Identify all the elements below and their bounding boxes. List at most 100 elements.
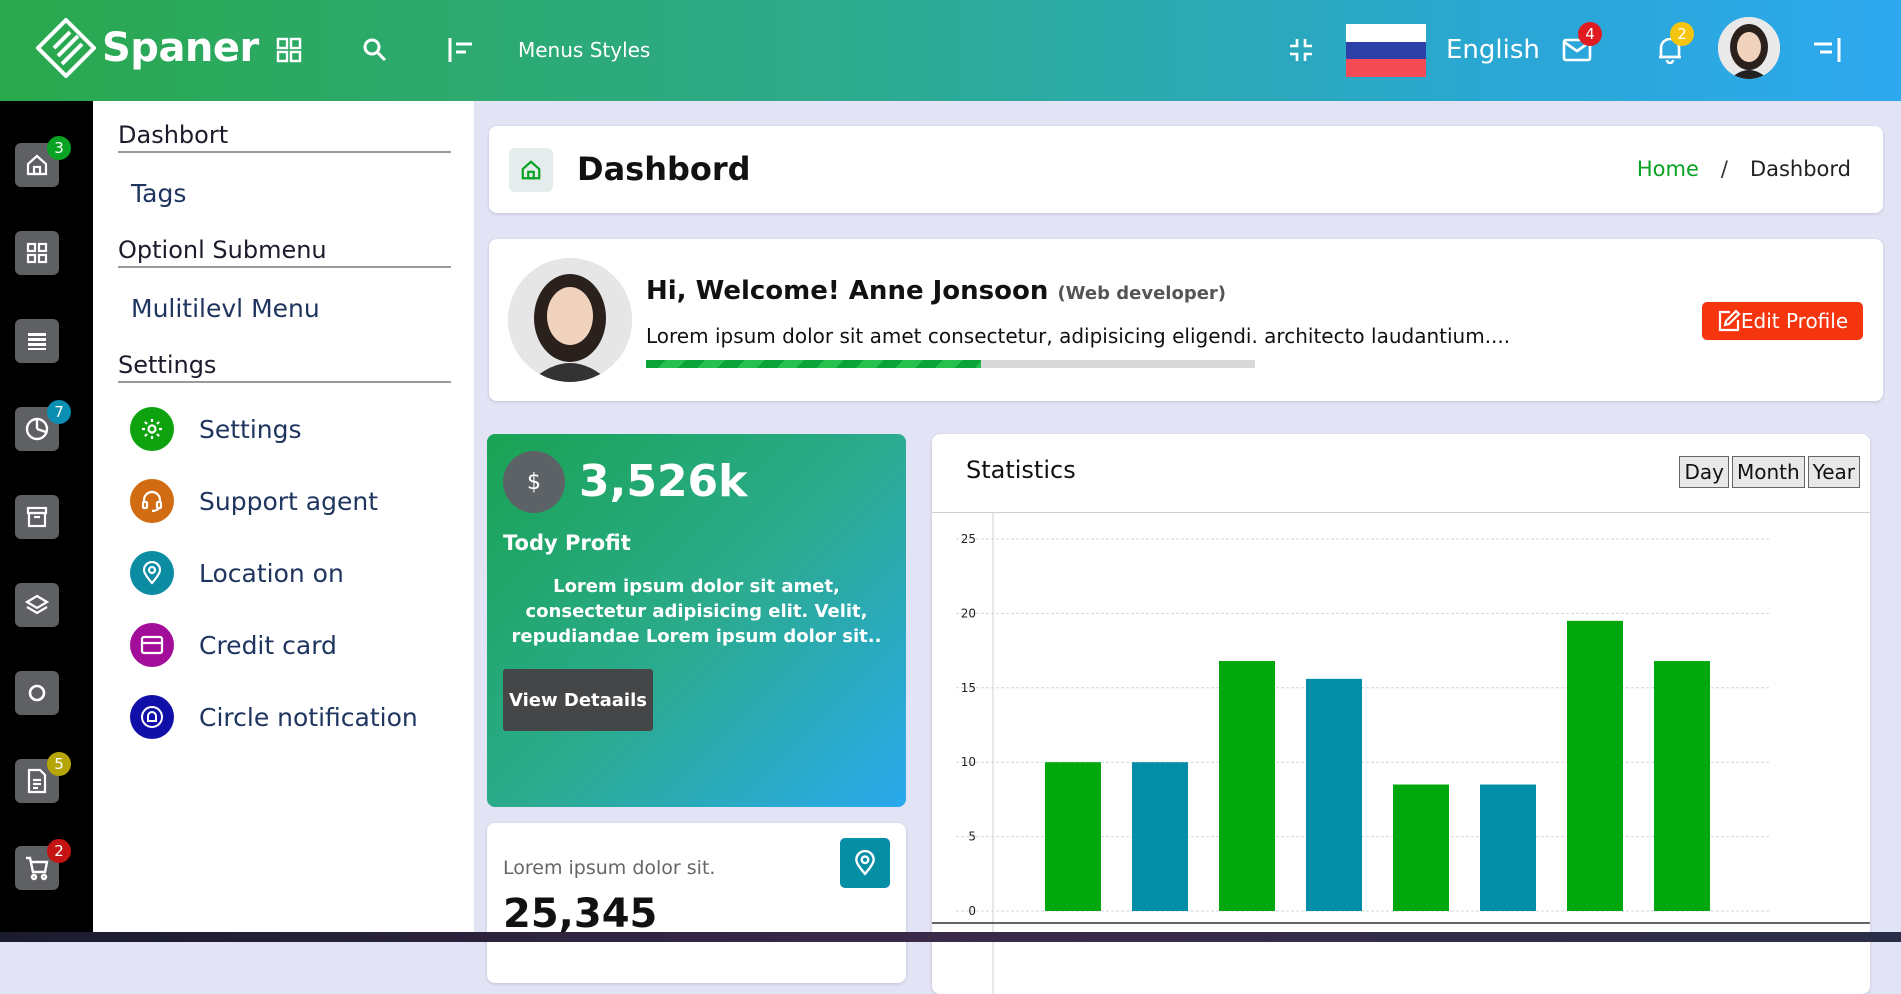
submenu-item-support-agent[interactable]: Support agent xyxy=(130,478,378,524)
y-tick-label: 20 xyxy=(961,606,976,620)
layers-icon xyxy=(25,594,49,615)
russian-flag-icon[interactable] xyxy=(1346,24,1426,77)
submenu-heading-optional: Optionl Submenu xyxy=(118,236,451,268)
chart-bar xyxy=(1393,784,1449,911)
welcome-greeting: Hi, Welcome! Anne Jonsoon (Web developer… xyxy=(646,276,1226,306)
cart-icon xyxy=(26,856,49,881)
right-sidebar-toggle-icon[interactable] xyxy=(1808,31,1846,69)
credit-card-icon xyxy=(130,623,174,667)
profile-avatar xyxy=(508,258,632,382)
stat-value: 25,345 xyxy=(503,891,658,937)
rail-circle[interactable] xyxy=(15,671,59,715)
chart-bar xyxy=(1132,762,1188,911)
submenu-item-label: Credit card xyxy=(199,630,337,660)
home-icon[interactable] xyxy=(509,148,553,192)
rail-cart-badge: 2 xyxy=(47,839,71,863)
page-title: Dashbord xyxy=(577,150,751,188)
welcome-name: Hi, Welcome! Anne Jonsoon xyxy=(646,276,1049,306)
y-tick-label: 0 xyxy=(968,904,976,918)
location-pin-icon xyxy=(130,551,174,595)
statistics-bar-chart: 0 5 10 15 20 25 xyxy=(932,513,1870,994)
rail-list[interactable] xyxy=(15,319,59,363)
location-stat-card: Lorem ipsum dolor sit. 25,345 xyxy=(487,823,906,983)
document-icon xyxy=(27,768,47,794)
page-header: Dashbord Home / Dashbord xyxy=(489,126,1883,213)
submenu-item-circle-notification[interactable]: Circle notification xyxy=(130,694,418,740)
chart-bar xyxy=(1654,661,1710,911)
submenu-item-label: Circle notification xyxy=(199,702,418,732)
breadcrumb: Home / Dashbord xyxy=(1637,157,1851,181)
breadcrumb-home[interactable]: Home xyxy=(1637,157,1699,181)
breadcrumb-current: Dashbord xyxy=(1749,157,1851,181)
edit-profile-button[interactable]: Edit Profile xyxy=(1702,302,1863,340)
period-month-button[interactable]: Month xyxy=(1731,456,1805,488)
profit-value: 3,526k xyxy=(579,456,748,507)
edit-profile-label: Edit Profile xyxy=(1740,309,1849,333)
gear-icon xyxy=(130,407,174,451)
submenu-item-settings[interactable]: Settings xyxy=(130,406,302,452)
brand-logo[interactable]: Spaner xyxy=(36,18,259,78)
edit-icon xyxy=(1718,309,1741,332)
y-tick-label: 5 xyxy=(968,830,976,844)
profile-progress-bar xyxy=(646,360,1255,368)
chart-bar xyxy=(1567,620,1623,911)
rail-charts-badge: 7 xyxy=(47,400,71,424)
submenu-heading-dashboard: Dashbort xyxy=(118,121,451,153)
menus-styles-link[interactable]: Menus Styles xyxy=(518,38,650,62)
brand-name: Spaner xyxy=(102,25,259,71)
profit-card: $ 3,526k Tody Profit Lorem ipsum dolor s… xyxy=(487,434,906,807)
statistics-title: Statistics xyxy=(966,456,1076,484)
period-day-button[interactable]: Day xyxy=(1679,456,1729,488)
user-avatar[interactable] xyxy=(1718,17,1780,79)
welcome-card: Hi, Welcome! Anne Jonsoon (Web developer… xyxy=(489,239,1883,401)
apps-grid-icon[interactable] xyxy=(270,31,308,69)
rail-layers[interactable] xyxy=(15,583,59,627)
taskbar-strip xyxy=(0,932,1901,942)
y-tick-label: 10 xyxy=(961,755,976,769)
search-icon[interactable] xyxy=(356,31,394,69)
rail-archive[interactable] xyxy=(15,495,59,539)
headset-icon xyxy=(130,479,174,523)
statistics-card: Statistics Day Month Year 0 5 10 15 20 25 xyxy=(932,434,1870,994)
circle-icon xyxy=(28,684,46,702)
home-icon xyxy=(26,154,48,176)
top-bar: Spaner Menus Styles English 4 2 xyxy=(0,0,1901,101)
rail-documents-badge: 5 xyxy=(47,752,71,776)
chart-bar xyxy=(1219,661,1275,911)
chart-bar xyxy=(1045,762,1101,911)
period-toggle: Day Month Year xyxy=(1679,456,1860,488)
submenu-item-label: Support agent xyxy=(199,486,378,516)
submenu-item-location[interactable]: Location on xyxy=(130,550,344,596)
rail-apps[interactable] xyxy=(15,231,59,275)
chart-bar xyxy=(1480,784,1536,911)
profit-title: Tody Profit xyxy=(503,531,631,555)
welcome-text: Lorem ipsum dolor sit amet consectetur, … xyxy=(646,324,1511,348)
submenu-link-tags[interactable]: Tags xyxy=(131,179,186,208)
profit-description: Lorem ipsum dolor sit amet, consectetur … xyxy=(511,576,882,647)
dollar-icon: $ xyxy=(503,451,565,513)
submenu-link-multilevel[interactable]: Mulitilevl Menu xyxy=(131,294,320,323)
period-year-button[interactable]: Year xyxy=(1807,456,1860,488)
y-tick-label: 15 xyxy=(961,681,976,695)
notification-badge: 2 xyxy=(1670,22,1694,46)
list-icon xyxy=(28,333,46,350)
chart-bar xyxy=(1306,678,1362,911)
submenu-item-credit-card[interactable]: Credit card xyxy=(130,622,337,668)
y-tick-label: 25 xyxy=(961,532,976,546)
pie-chart-icon xyxy=(25,417,49,441)
rail-home-badge: 3 xyxy=(47,136,71,160)
menu-align-icon[interactable] xyxy=(442,31,480,69)
location-pin-icon[interactable] xyxy=(840,838,890,888)
language-selector[interactable]: English xyxy=(1446,35,1540,65)
submenu-panel: Dashbort Tags Optionl Submenu Mulitilevl… xyxy=(93,101,474,942)
breadcrumb-separator: / xyxy=(1720,157,1728,181)
view-details-button[interactable]: View Detaails xyxy=(503,669,653,731)
page-scrollbar[interactable] xyxy=(1885,101,1901,932)
welcome-role: (Web developer) xyxy=(1057,283,1227,304)
fullscreen-exit-icon[interactable] xyxy=(1282,31,1320,69)
grid-icon xyxy=(26,242,48,264)
mail-badge: 4 xyxy=(1578,22,1602,46)
submenu-heading-settings: Settings xyxy=(118,351,451,383)
progress-fill xyxy=(646,360,981,368)
archive-icon xyxy=(26,506,48,528)
